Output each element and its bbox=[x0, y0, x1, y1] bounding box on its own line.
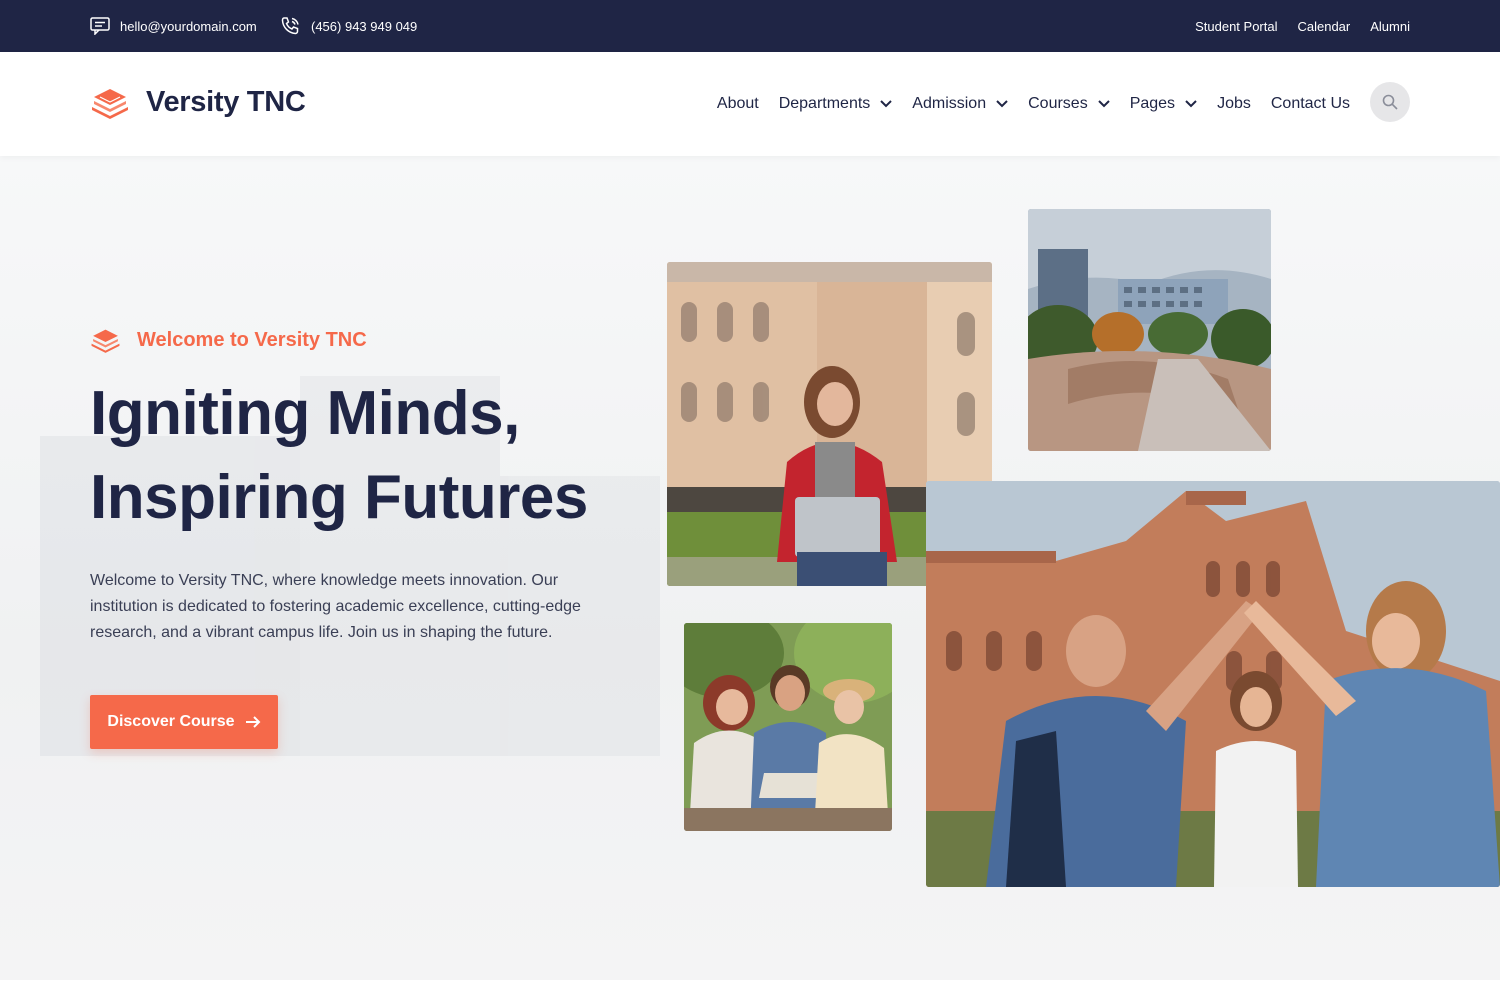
email-contact[interactable]: hello@yourdomain.com bbox=[90, 0, 257, 52]
headline-line-1: Igniting Minds, bbox=[90, 379, 520, 448]
topbar-links: Student Portal Calendar Alumni bbox=[1195, 0, 1410, 52]
book-stack-icon bbox=[91, 329, 120, 353]
alumni-link[interactable]: Alumni bbox=[1370, 19, 1410, 34]
nav-admission-label: Admission bbox=[912, 95, 987, 112]
nav-departments-label: Departments bbox=[778, 95, 871, 112]
nav-jobs[interactable]: Jobs bbox=[1217, 95, 1251, 113]
nav-admission[interactable]: Admission bbox=[912, 95, 1008, 113]
nav-jobs-label: Jobs bbox=[1217, 95, 1251, 112]
phone-icon bbox=[281, 17, 299, 35]
nav-pages-label: Pages bbox=[1129, 95, 1176, 112]
hero-headline: Igniting Minds, Inspiring Futures bbox=[90, 372, 650, 540]
nav-contact-us[interactable]: Contact Us bbox=[1271, 95, 1350, 113]
email-text: hello@yourdomain.com bbox=[120, 18, 257, 34]
nav-departments[interactable]: Departments bbox=[779, 95, 893, 113]
main-header: Versity TNC About Departments Admission … bbox=[0, 52, 1500, 156]
chevron-down-icon bbox=[880, 100, 893, 108]
phone-text: (456) 943 949 049 bbox=[311, 18, 418, 34]
nav-about-label: About bbox=[716, 95, 759, 112]
message-icon bbox=[90, 17, 110, 35]
phone-contact[interactable]: (456) 943 949 049 bbox=[280, 0, 417, 52]
brand-name: Versity TNC bbox=[146, 86, 306, 118]
nav-pages[interactable]: Pages bbox=[1130, 95, 1197, 113]
arrow-right-icon bbox=[245, 716, 260, 728]
tagline-text: Welcome to Versity TNC bbox=[137, 329, 367, 351]
nav-courses[interactable]: Courses bbox=[1028, 95, 1110, 113]
hero-tagline: Welcome to Versity TNC bbox=[90, 328, 367, 353]
search-icon bbox=[1382, 94, 1398, 110]
headline-line-2: Inspiring Futures bbox=[90, 463, 588, 532]
hero-description: Welcome to Versity TNC, where knowledge … bbox=[90, 572, 581, 641]
section-divider bbox=[0, 980, 1500, 1000]
chevron-down-icon bbox=[1185, 100, 1197, 108]
nav-about[interactable]: About bbox=[717, 95, 759, 113]
search-button[interactable] bbox=[1370, 82, 1410, 122]
cta-label: Discover Course bbox=[107, 713, 235, 730]
nav-contact-us-label: Contact Us bbox=[1270, 95, 1350, 112]
book-stack-logo-icon bbox=[92, 88, 128, 119]
student-portal-link[interactable]: Student Portal bbox=[1195, 19, 1277, 34]
campus-courtyard-photo bbox=[1028, 209, 1271, 451]
students-highfive-photo bbox=[926, 481, 1500, 887]
discover-course-button[interactable]: Discover Course bbox=[90, 695, 278, 749]
students-group-photo bbox=[684, 623, 892, 831]
brand-logo[interactable]: Versity TNC bbox=[90, 86, 306, 119]
main-nav: About Departments Admission Courses Page… bbox=[717, 52, 1350, 156]
hero-section: Welcome to Versity TNC Igniting Minds, I… bbox=[0, 156, 1500, 980]
calendar-link[interactable]: Calendar bbox=[1297, 19, 1350, 34]
top-bar: hello@yourdomain.com (456) 943 949 049 S… bbox=[0, 0, 1500, 52]
chevron-down-icon bbox=[1097, 100, 1110, 108]
chevron-down-icon bbox=[996, 100, 1008, 108]
nav-courses-label: Courses bbox=[1028, 95, 1088, 112]
